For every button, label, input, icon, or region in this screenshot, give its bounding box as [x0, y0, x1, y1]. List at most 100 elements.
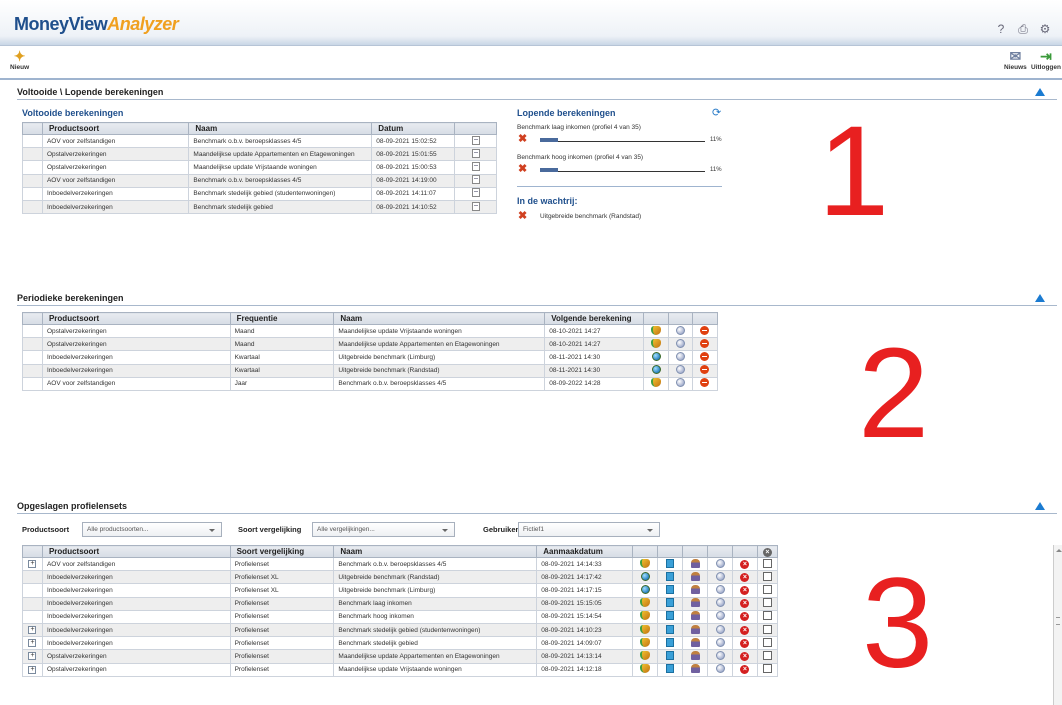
delete-icon[interactable]: ×: [740, 585, 750, 595]
cell-expand[interactable]: +: [22, 556, 43, 572]
news-button[interactable]: ✉ Nieuws: [1004, 48, 1027, 71]
user-icon[interactable]: [690, 598, 700, 608]
cell-expand[interactable]: +: [22, 649, 43, 664]
cell-sheet[interactable]: [657, 596, 684, 611]
cell-stop[interactable]: [691, 350, 719, 365]
spreadsheet-icon[interactable]: [666, 624, 675, 634]
cell-delete[interactable]: ×: [732, 556, 758, 572]
col-aanmaakdatum[interactable]: Aanmaakdatum: [536, 545, 634, 558]
schedule-icon[interactable]: [715, 624, 725, 634]
edit-schedule-icon[interactable]: [676, 378, 685, 388]
select-checkbox[interactable]: [762, 571, 772, 581]
delete-icon[interactable]: ×: [740, 612, 750, 622]
user-icon[interactable]: [690, 664, 700, 674]
help-icon[interactable]: ?: [994, 22, 1008, 36]
expand-icon[interactable]: +: [28, 665, 37, 674]
cell-type[interactable]: [632, 570, 659, 585]
table-row[interactable]: Inboedelverzekeringen Kwartaal Uitgebreide…: [22, 363, 719, 378]
table-row[interactable]: + Inboedelverzekeringen Profielenset Benchm…: [22, 636, 779, 651]
scroll-thumb[interactable]: [1056, 617, 1060, 625]
schedule-icon[interactable]: [715, 650, 725, 660]
table-row[interactable]: Opstalverzekeringen Maandelijkse update V…: [22, 160, 497, 175]
run-icon[interactable]: [640, 637, 651, 647]
col-productsoort[interactable]: Productsoort: [41, 545, 231, 558]
user-icon[interactable]: [690, 637, 700, 647]
cell-sheet[interactable]: [657, 636, 684, 651]
delete-icon[interactable]: ×: [740, 651, 750, 661]
delete-icon[interactable]: ×: [740, 559, 750, 569]
delete-icon[interactable]: ×: [740, 625, 750, 635]
select-checkbox[interactable]: [762, 598, 772, 608]
select-checkbox[interactable]: [762, 637, 772, 647]
refresh-icon[interactable]: ⟳: [712, 106, 721, 119]
cell-edit[interactable]: [668, 350, 693, 365]
spreadsheet-icon[interactable]: [666, 650, 675, 660]
expand-icon[interactable]: +: [28, 626, 37, 635]
table-row[interactable]: Inboedelverzekeringen Kwartaal Uitgebreide…: [22, 350, 719, 365]
delete-icon[interactable]: ×: [740, 638, 750, 648]
col-naam[interactable]: Naam: [188, 122, 373, 135]
cell-sheet[interactable]: [657, 556, 684, 572]
schedule-icon[interactable]: [715, 584, 725, 594]
cell-user[interactable]: [682, 570, 709, 585]
cell-type[interactable]: [632, 556, 659, 572]
earth-icon[interactable]: [640, 571, 650, 581]
cell-delete[interactable]: ×: [732, 609, 758, 624]
scrollbar[interactable]: [1053, 545, 1062, 705]
earth-icon[interactable]: [640, 584, 650, 594]
delete-icon[interactable]: ×: [740, 665, 750, 675]
table-row[interactable]: Opstalverzekeringen Maandelijkse update A…: [22, 147, 497, 162]
select-checkbox[interactable]: [762, 611, 772, 621]
select-checkbox[interactable]: [762, 664, 772, 674]
cell-sheet[interactable]: [657, 622, 684, 638]
run-icon[interactable]: [640, 611, 651, 621]
table-row[interactable]: + AOV voor zelfstandigen Profielenset Bench…: [22, 556, 779, 572]
stop-schedule-icon[interactable]: [700, 351, 710, 361]
edit-schedule-icon[interactable]: [676, 365, 685, 375]
table-row[interactable]: Inboedelverzekeringen Profielenset XL Uitg…: [22, 583, 779, 598]
cell-select[interactable]: [756, 662, 779, 677]
filter-gebruiker-select[interactable]: Fictief1: [518, 522, 660, 537]
cell-delete[interactable]: ×: [732, 649, 758, 664]
collapse-section-2-icon[interactable]: [1035, 294, 1045, 302]
stop-schedule-icon[interactable]: [700, 378, 710, 388]
edit-schedule-icon[interactable]: [676, 351, 685, 361]
run-icon[interactable]: [640, 558, 651, 568]
table-row[interactable]: Opstalverzekeringen Maand Maandelijkse upd…: [22, 337, 719, 352]
table-row[interactable]: Inboedelverzekeringen Profielenset Benchma…: [22, 596, 779, 611]
cell-schedule[interactable]: [707, 662, 733, 677]
cell-schedule[interactable]: [707, 556, 733, 572]
cell-report[interactable]: [454, 199, 497, 215]
cell-type[interactable]: [632, 636, 659, 651]
run-icon[interactable]: [651, 338, 662, 348]
col-soort-vergelijking[interactable]: Soort vergelijking: [229, 545, 335, 558]
cell-report[interactable]: [454, 160, 497, 175]
table-row[interactable]: Inboedelverzekeringen Profielenset XL Uitg…: [22, 570, 779, 585]
run-icon[interactable]: [640, 598, 651, 608]
col-productsoort[interactable]: Productsoort: [41, 312, 231, 325]
cell-select[interactable]: [756, 609, 779, 624]
spreadsheet-icon[interactable]: [666, 584, 675, 594]
cell-sheet[interactable]: [657, 662, 684, 677]
cell-delete[interactable]: ×: [732, 570, 758, 585]
expand-icon[interactable]: +: [28, 639, 37, 648]
cell-edit[interactable]: [668, 323, 693, 339]
run-icon[interactable]: [651, 325, 662, 335]
cell-user[interactable]: [682, 622, 709, 638]
table-row[interactable]: + Opstalverzekeringen Profielenset Maandeli…: [22, 662, 779, 677]
cell-report[interactable]: [454, 133, 497, 149]
settings-icon[interactable]: ⚙: [1038, 22, 1052, 36]
new-button[interactable]: ✦ Nieuw: [10, 48, 29, 71]
cell-user[interactable]: [682, 636, 709, 651]
col-productsoort[interactable]: Productsoort: [41, 122, 190, 135]
cell-type[interactable]: [632, 609, 659, 624]
report-icon[interactable]: [471, 161, 480, 171]
spreadsheet-icon[interactable]: [666, 598, 675, 608]
collapse-section-1-icon[interactable]: [1035, 88, 1045, 96]
cell-type[interactable]: [643, 337, 670, 352]
col-naam[interactable]: Naam: [333, 312, 546, 325]
collapse-section-3-icon[interactable]: [1035, 502, 1045, 510]
cell-select[interactable]: [756, 596, 779, 611]
cell-delete[interactable]: ×: [732, 622, 758, 638]
select-checkbox[interactable]: [762, 558, 772, 568]
